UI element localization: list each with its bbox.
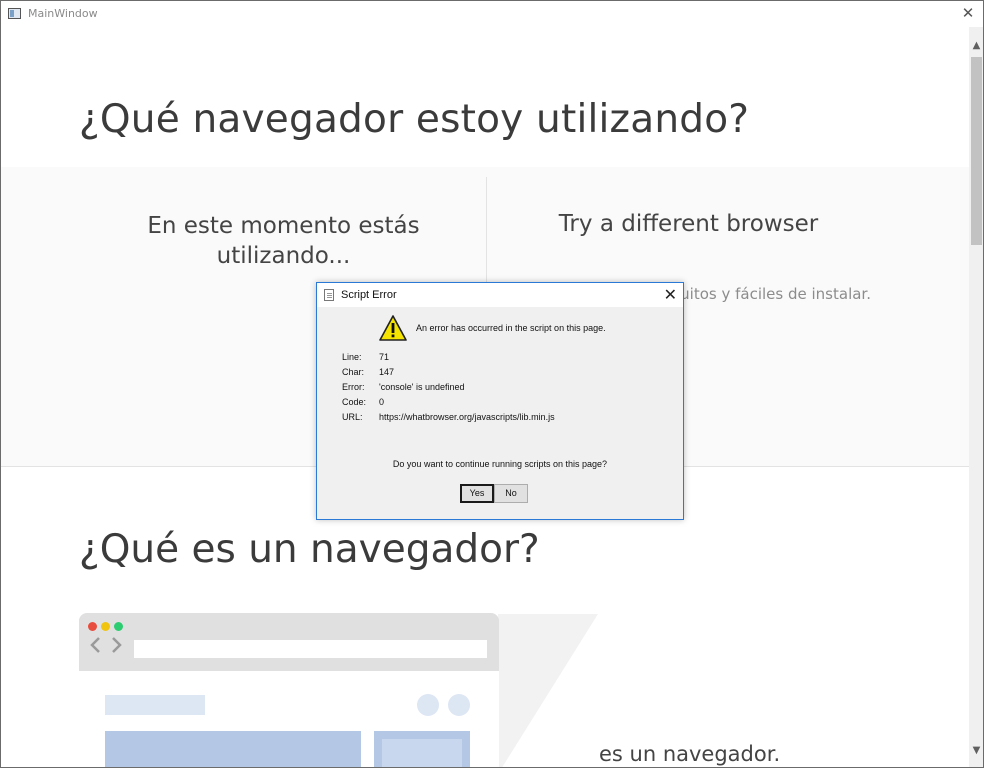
illustration-block bbox=[105, 695, 205, 715]
yellow-dot-icon bbox=[101, 622, 110, 631]
scroll-up-icon[interactable]: ▲ bbox=[969, 37, 983, 54]
detail-value: 'console' is undefined bbox=[379, 382, 465, 392]
dialog-close-icon[interactable]: ✕ bbox=[664, 285, 677, 305]
illustration-circle bbox=[417, 694, 439, 716]
detail-key: Error: bbox=[342, 382, 365, 392]
detail-key: Char: bbox=[342, 367, 365, 377]
document-icon bbox=[324, 289, 334, 301]
window-titlebar: MainWindow ✕ bbox=[1, 1, 983, 27]
browser-illustration bbox=[79, 613, 499, 767]
green-dot-icon bbox=[114, 622, 123, 631]
detail-value: 0 bbox=[379, 397, 385, 407]
dialog-titlebar: Script Error ✕ bbox=[317, 283, 683, 307]
warning-icon bbox=[379, 315, 407, 341]
no-button[interactable]: No bbox=[494, 484, 528, 503]
detail-key: Code: bbox=[342, 397, 367, 407]
page-title: ¿Qué navegador estoy utilizando? bbox=[79, 97, 750, 142]
continue-question: Do you want to continue running scripts … bbox=[392, 459, 608, 469]
detail-value: 71 bbox=[379, 352, 390, 362]
what-is-browser-heading: ¿Qué es un navegador? bbox=[79, 527, 540, 572]
scroll-down-icon[interactable]: ▼ bbox=[969, 742, 983, 759]
illustration-circle bbox=[448, 694, 470, 716]
yes-button[interactable]: Yes bbox=[460, 484, 494, 503]
detail-key: Line: bbox=[342, 352, 362, 362]
error-message: An error has occurred in the script on t… bbox=[416, 323, 606, 333]
red-dot-icon bbox=[88, 622, 97, 631]
dialog-title: Script Error bbox=[341, 289, 397, 301]
illustration-content bbox=[79, 671, 499, 767]
illustration-urlbar bbox=[134, 640, 487, 658]
illustration-image-block bbox=[374, 731, 470, 767]
script-error-dialog: Script Error ✕ An error has occurred in … bbox=[316, 282, 684, 520]
window-title: MainWindow bbox=[28, 7, 98, 20]
scrollbar-thumb[interactable] bbox=[971, 57, 982, 245]
vertical-scrollbar[interactable]: ▲ ▼ bbox=[969, 27, 983, 767]
illustration-image-block bbox=[105, 731, 361, 767]
window-close-icon[interactable]: ✕ bbox=[953, 1, 983, 27]
try-browser-heading: Try a different browser bbox=[558, 211, 819, 237]
detail-key: URL: bbox=[342, 412, 363, 422]
illustration-shadow bbox=[498, 614, 598, 767]
main-window: MainWindow ✕ ¿Qué navegador estoy utiliz… bbox=[0, 0, 984, 768]
browser-description-text: es un navegador. bbox=[599, 742, 781, 766]
app-icon bbox=[8, 8, 21, 19]
illustration-toolbar bbox=[79, 613, 499, 671]
detail-value: 147 bbox=[379, 367, 395, 377]
nav-arrows-icon bbox=[89, 635, 129, 661]
detail-value: https://whatbrowser.org/javascripts/lib.… bbox=[379, 412, 555, 422]
current-browser-heading: En este momento estás utilizando... bbox=[147, 213, 420, 269]
